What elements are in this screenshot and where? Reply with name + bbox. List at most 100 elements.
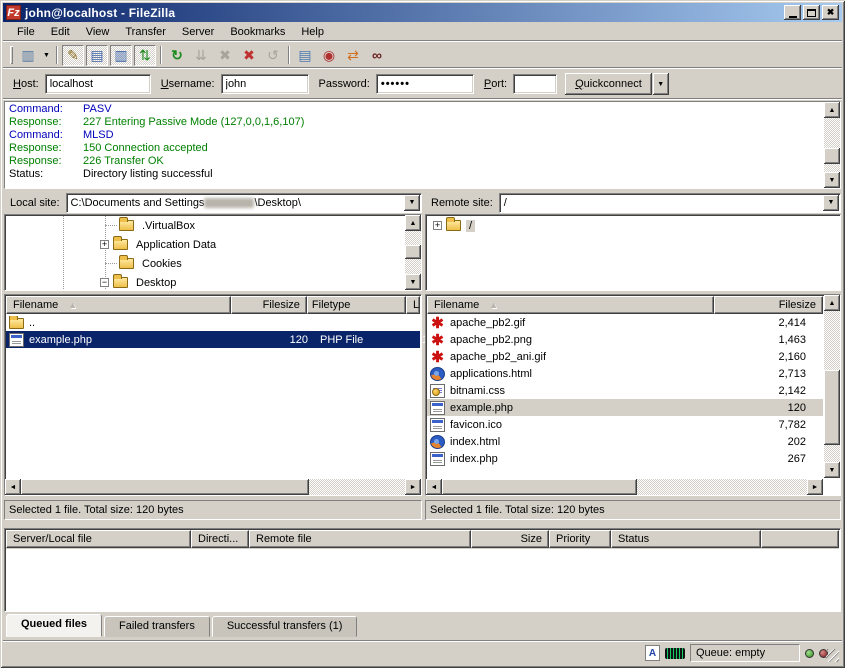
scrollbar-thumb[interactable] [405, 245, 421, 259]
minimize-button[interactable] [784, 5, 801, 20]
column-header-server-local-file[interactable]: Server/Local file [6, 530, 191, 548]
scroll-left-icon[interactable]: ◄ [426, 479, 442, 495]
column-header-filename[interactable]: Filename▲ [427, 296, 714, 314]
column-header-size[interactable]: Size [471, 530, 549, 548]
collapse-icon[interactable]: − [100, 278, 109, 287]
scrollbar-thumb[interactable] [21, 479, 309, 495]
file-row[interactable]: apache_pb2_ani.gif2,160 [427, 348, 823, 365]
port-input[interactable] [513, 74, 557, 94]
column-header-last-modified[interactable]: L [406, 296, 420, 314]
expand-icon[interactable]: + [433, 221, 442, 230]
scroll-left-icon[interactable]: ◄ [5, 479, 21, 495]
local-tree-scrollbar[interactable]: ▲ ▼ [405, 215, 421, 290]
tree-item[interactable]: + / [427, 216, 839, 235]
maximize-button[interactable] [803, 5, 820, 20]
remote-list-vscrollbar[interactable]: ▲ ▼ [824, 295, 840, 478]
quickconnect-button[interactable]: Quickconnect [565, 73, 652, 95]
file-row[interactable]: apache_pb2.gif 2,414 [427, 314, 823, 331]
speed-limit-icon[interactable] [665, 648, 685, 659]
data-type-ascii-icon[interactable]: A [645, 645, 660, 661]
scroll-down-icon[interactable]: ▼ [405, 274, 421, 290]
toggle-local-tree-icon[interactable]: ▤ [86, 45, 108, 66]
synchronized-browsing-icon[interactable]: ⇄ [342, 45, 364, 66]
chevron-down-icon[interactable]: ▼ [404, 195, 420, 211]
log-line: Response:226 Transfer OK [9, 155, 824, 168]
directory-listing-filters-icon[interactable]: ▤ [294, 45, 316, 66]
scroll-right-icon[interactable]: ► [807, 479, 823, 495]
column-header-remote-file[interactable]: Remote file [249, 530, 471, 548]
close-button[interactable]: ✖ [822, 5, 839, 20]
file-row[interactable]: index.html202 [427, 433, 823, 450]
local-file-list: Filename▲ Filesize Filetype L .. example… [4, 294, 422, 496]
remote-directory-tree: + / [425, 214, 841, 291]
column-header-filename[interactable]: Filename▲ [6, 296, 231, 314]
column-header-direction[interactable]: Directi... [191, 530, 249, 548]
toggle-remote-tree-icon[interactable]: ▥ [110, 45, 132, 66]
column-header-filesize[interactable]: Filesize [231, 296, 307, 314]
sort-ascending-icon: ▲ [68, 297, 77, 314]
scrollbar-thumb[interactable] [442, 479, 637, 495]
remote-site-combo[interactable]: / ▼ [499, 193, 841, 213]
resize-grip[interactable] [826, 649, 839, 662]
tab-queued-files[interactable]: Queued files [6, 614, 102, 637]
file-row-selected[interactable]: example.php 120 PHP File 1 [6, 331, 420, 348]
log-scrollbar[interactable]: ▲ ▼ [824, 102, 840, 188]
tree-item[interactable]: .VirtualBox [6, 216, 420, 235]
site-manager-icon[interactable]: ▥ [17, 45, 39, 66]
username-label: Username: [161, 78, 215, 90]
file-name: apache_pb2.gif [450, 317, 525, 329]
scroll-down-icon[interactable]: ▼ [824, 172, 840, 188]
chevron-down-icon[interactable]: ▼ [823, 195, 839, 211]
file-row[interactable]: apache_pb2.png1,463 [427, 331, 823, 348]
file-row[interactable]: applications.html2,713 [427, 365, 823, 382]
file-row[interactable]: index.php267 [427, 450, 823, 467]
scroll-up-icon[interactable]: ▲ [405, 215, 421, 231]
toggle-message-log-icon[interactable]: ✎ [62, 45, 84, 66]
site-manager-dropdown-icon[interactable]: ▼ [40, 45, 53, 66]
remote-list-hscrollbar[interactable]: ◄ ► [426, 479, 823, 495]
scroll-down-icon[interactable]: ▼ [824, 462, 840, 478]
menu-bookmarks[interactable]: Bookmarks [222, 24, 293, 40]
scroll-up-icon[interactable]: ▲ [824, 102, 840, 118]
toggle-transfer-queue-icon[interactable]: ⇅ [134, 45, 156, 66]
menu-server[interactable]: Server [174, 24, 222, 40]
tab-failed-transfers[interactable]: Failed transfers [104, 616, 210, 637]
disconnect-icon[interactable]: ✖ [238, 45, 260, 66]
file-row[interactable]: .. [6, 314, 420, 331]
column-header-status[interactable]: Status [611, 530, 761, 548]
file-size: 2,414 [714, 317, 814, 329]
scrollbar-thumb[interactable] [824, 148, 840, 164]
local-site-combo[interactable]: C:\Documents and Settings\Desktop\ ▼ [66, 193, 422, 213]
expand-icon[interactable]: + [100, 240, 109, 249]
scrollbar-thumb[interactable] [824, 370, 840, 445]
tree-item[interactable]: Cookies [6, 254, 420, 273]
refresh-icon[interactable]: ↻ [166, 45, 188, 66]
log-line: Status:Directory listing successful [9, 168, 824, 181]
column-header-priority[interactable]: Priority [549, 530, 611, 548]
tab-successful-transfers[interactable]: Successful transfers (1) [212, 616, 358, 637]
username-input[interactable] [221, 74, 309, 94]
menu-transfer[interactable]: Transfer [117, 24, 174, 40]
menu-help[interactable]: Help [293, 24, 332, 40]
file-name: bitnami.css [450, 385, 505, 397]
host-input[interactable] [45, 74, 151, 94]
local-list-hscrollbar[interactable]: ◄ ► [5, 479, 421, 495]
column-header-filesize[interactable]: Filesize [714, 296, 823, 314]
password-input[interactable] [376, 74, 474, 94]
file-row-selected[interactable]: example.php120 [427, 399, 823, 416]
find-files-icon[interactable]: ∞ [366, 45, 388, 66]
menu-edit[interactable]: Edit [43, 24, 78, 40]
scroll-right-icon[interactable]: ► [405, 479, 421, 495]
tree-item[interactable]: + Application Data [6, 235, 420, 254]
file-size: 7,782 [714, 419, 814, 431]
column-header-filetype[interactable]: Filetype [307, 296, 406, 314]
directory-comparison-icon[interactable]: ◉ [318, 45, 340, 66]
menu-file[interactable]: File [9, 24, 43, 40]
quickconnect-dropdown-icon[interactable]: ▼ [653, 73, 669, 95]
tree-item[interactable]: − Desktop [6, 273, 420, 289]
menu-view[interactable]: View [78, 24, 118, 40]
file-row[interactable]: favicon.ico7,782 [427, 416, 823, 433]
scroll-up-icon[interactable]: ▲ [824, 295, 840, 311]
title-bar[interactable]: Fz john@localhost - FileZilla ✖ [3, 3, 842, 22]
file-row[interactable]: bitnami.css2,142 [427, 382, 823, 399]
